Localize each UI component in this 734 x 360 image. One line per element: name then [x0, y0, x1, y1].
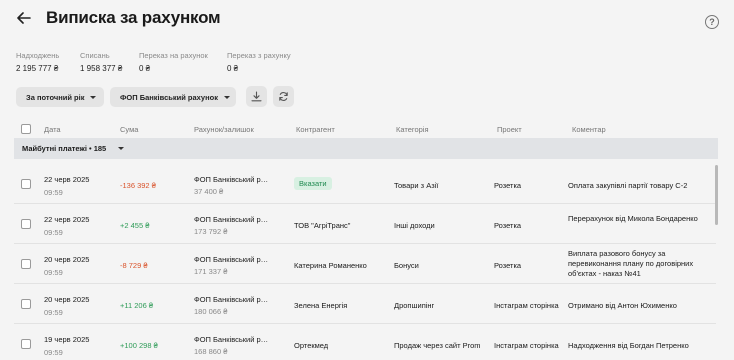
row-checkbox[interactable] [21, 179, 31, 189]
stat-value: 0 ₴ [227, 64, 239, 73]
row-checkbox[interactable] [21, 219, 31, 229]
vertical-scrollbar[interactable] [715, 165, 718, 225]
stat-label: Переказ на рахунок [139, 51, 208, 60]
row-project: Розетка [494, 221, 522, 230]
col-counterparty[interactable]: Контрагент [296, 125, 335, 134]
row-project: Розетка [494, 181, 522, 190]
row-time: 09:59 [44, 348, 63, 357]
row-date: 22 черв 2025 [44, 175, 90, 184]
table-row[interactable]: 22 черв 2025 09:59 -136 392 ₴ ФОП Банків… [14, 165, 716, 204]
row-project: Розетка [494, 261, 522, 270]
row-counterparty: Катерина Романенко [294, 261, 367, 270]
download-button[interactable] [246, 86, 267, 107]
refresh-icon [279, 92, 288, 101]
row-project: Інстаграм сторінка [494, 301, 559, 310]
row-comment: Виплата разового бонусу за перевиконання… [568, 249, 694, 278]
stat-income: Надходжень 2 195 777 ₴ [16, 51, 59, 73]
stat-expense: Списань 1 958 377 ₴ [80, 51, 122, 73]
row-date: 20 черв 2025 [44, 255, 90, 264]
stat-label: Надходжень [16, 51, 60, 60]
page-title: Виписка за рахунком [46, 8, 221, 27]
col-date[interactable]: Дата [44, 125, 61, 134]
specify-counterparty-badge[interactable]: Вказати [294, 177, 332, 190]
row-balance: 173 792 ₴ [194, 227, 228, 236]
stat-label: Списань [80, 51, 110, 60]
row-checkbox[interactable] [21, 259, 31, 269]
row-date: 22 черв 2025 [44, 215, 90, 224]
row-comment: Оплата закупівлі партії товару С-2 [568, 181, 688, 190]
download-icon [251, 91, 262, 102]
row-category: Дропшипінг [394, 301, 435, 310]
row-account: ФОП Банківський рахунок [194, 175, 269, 184]
table-row[interactable]: 20 черв 2025 09:59 +11 206 ₴ ФОП Банківс… [14, 285, 716, 324]
row-comment: Отримано від Антон Юхименко [568, 301, 677, 310]
row-time: 09:59 [44, 188, 63, 197]
account-dropdown[interactable]: ФОП Банківський рахунок [110, 87, 236, 107]
row-time: 09:59 [44, 308, 63, 317]
row-account: ФОП Банківський рахунок [194, 295, 269, 304]
table-row[interactable]: 20 черв 2025 09:59 -8 729 ₴ ФОП Банківсь… [14, 245, 716, 284]
stat-value: 2 195 777 ₴ [16, 64, 59, 73]
col-account[interactable]: Рахунок/залишок [194, 125, 254, 134]
row-amount: -8 729 ₴ [120, 261, 148, 270]
row-balance: 171 337 ₴ [194, 267, 228, 276]
row-category: Товари з Азії [394, 181, 439, 190]
row-amount: -136 392 ₴ [120, 181, 156, 190]
stat-value: 1 958 377 ₴ [80, 64, 123, 73]
row-category: Продаж через сайт Prom [394, 341, 481, 350]
table-row[interactable]: 22 черв 2025 09:59 +2 455 ₴ ФОП Банківсь… [14, 205, 716, 244]
table-row[interactable]: 19 черв 2025 09:59 +100 298 ₴ ФОП Банків… [14, 325, 716, 360]
period-dropdown[interactable]: За поточний рік [16, 87, 104, 107]
table-header: Дата Сума Рахунок/залишок Контрагент Кат… [14, 120, 718, 138]
row-counterparty: ТОВ "АгріТранс" [294, 221, 351, 230]
row-project: Інстаграм сторінка [494, 341, 559, 350]
row-account: ФОП Банківський рахунок [194, 215, 269, 224]
group-label: Майбутні платежі • 185 [22, 144, 107, 153]
chevron-down-icon [223, 95, 230, 99]
row-amount: +2 455 ₴ [120, 221, 150, 230]
col-amount[interactable]: Сума [120, 125, 138, 134]
col-project[interactable]: Проект [497, 125, 522, 134]
row-time: 09:59 [44, 228, 63, 237]
row-balance: 37 400 ₴ [194, 187, 224, 196]
row-account: ФОП Банківський рахунок [194, 335, 269, 344]
stat-transfer-out: Переказ з рахунку 0 ₴ [227, 51, 291, 73]
select-all-checkbox[interactable] [21, 124, 31, 134]
row-time: 09:59 [44, 268, 63, 277]
future-payments-group[interactable]: Майбутні платежі • 185 [14, 138, 718, 159]
stat-transfer-in: Переказ на рахунок 0 ₴ [139, 51, 208, 73]
chevron-down-icon [90, 95, 97, 99]
row-category: Бонуси [394, 261, 419, 270]
row-category: Інші доходи [394, 221, 435, 230]
row-counterparty: Ортекмед [294, 341, 329, 350]
col-category[interactable]: Категорія [396, 125, 429, 134]
row-comment: Надходження від Богдан Петренко [568, 341, 689, 350]
row-counterparty: Зелена Енергія [294, 301, 348, 310]
col-comment[interactable]: Коментар [572, 125, 606, 134]
page-header: Виписка за рахунком [14, 8, 221, 28]
row-balance: 168 860 ₴ [194, 347, 228, 356]
row-amount: +100 298 ₴ [120, 341, 158, 350]
help-icon[interactable]: ? [705, 15, 719, 29]
row-checkbox[interactable] [21, 299, 31, 309]
row-date: 20 черв 2025 [44, 295, 90, 304]
row-date: 19 черв 2025 [44, 335, 90, 344]
row-checkbox[interactable] [21, 339, 31, 349]
stat-label: Переказ з рахунку [227, 51, 291, 60]
stat-value: 0 ₴ [139, 64, 151, 73]
refresh-button[interactable] [273, 86, 294, 107]
back-arrow-icon[interactable] [14, 8, 34, 28]
chevron-down-icon [118, 147, 125, 150]
period-dropdown-label: За поточний рік [26, 92, 85, 102]
row-account: ФОП Банківський рахунок [194, 255, 269, 264]
row-amount: +11 206 ₴ [120, 301, 154, 310]
account-dropdown-label: ФОП Банківський рахунок [120, 92, 218, 102]
row-comment: Перерахунок від Микола Бондаренко [568, 214, 698, 223]
row-balance: 180 066 ₴ [194, 307, 228, 316]
